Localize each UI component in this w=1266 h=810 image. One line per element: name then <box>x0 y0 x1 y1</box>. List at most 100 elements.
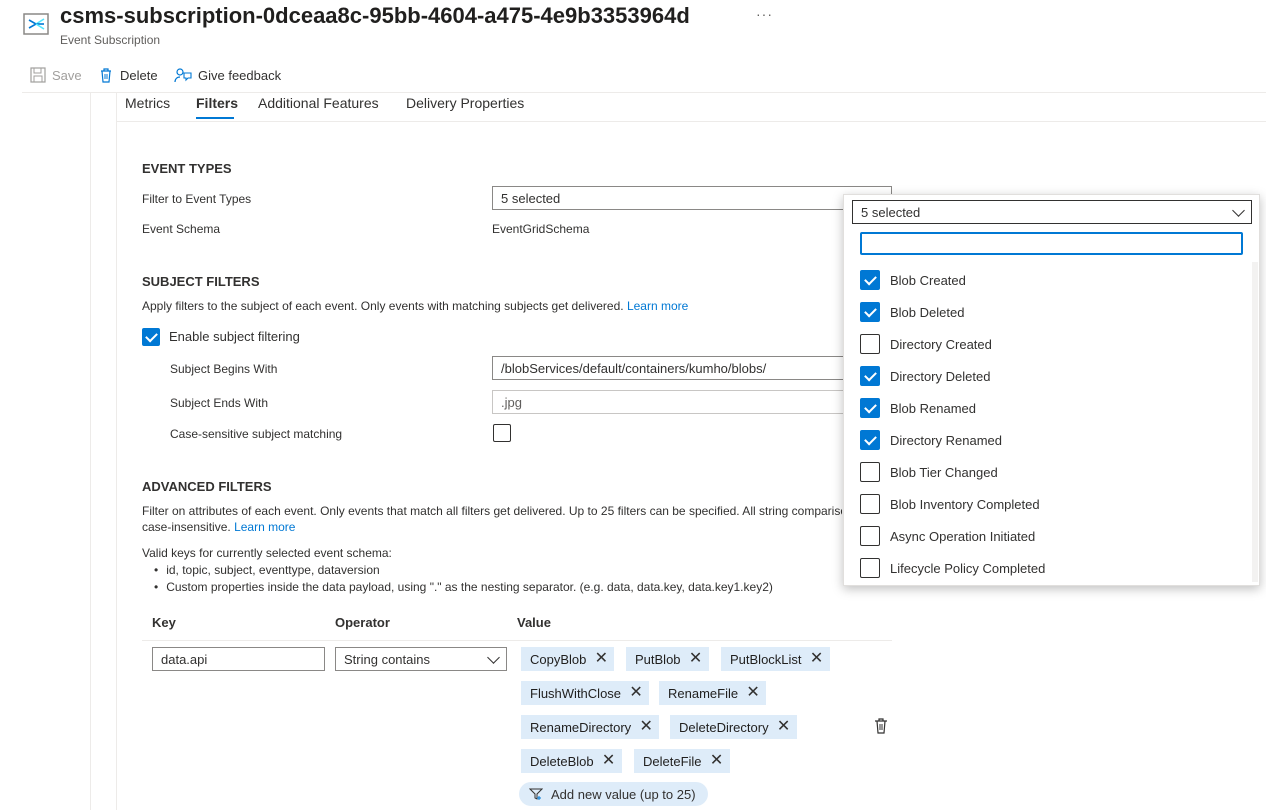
option-blob-deleted[interactable]: Blob Deleted <box>860 302 964 322</box>
remove-value-icon[interactable]: ✕ <box>746 685 760 701</box>
tab-filters[interactable]: Filters <box>196 95 238 111</box>
value-chip: PutBlockList ✕ <box>721 647 830 671</box>
event-grid-icon <box>22 10 50 38</box>
remove-value-icon[interactable]: ✕ <box>777 719 791 735</box>
event-types-dropdown[interactable]: 5 selected <box>492 186 892 210</box>
active-tab-indicator <box>196 117 234 119</box>
value-chip-label: DeleteDirectory <box>679 719 769 735</box>
filter-key-value: data.api <box>161 651 208 667</box>
feedback-icon <box>174 68 192 83</box>
dropdown-scrollbar[interactable] <box>1252 262 1258 582</box>
event-types-search-input[interactable] <box>860 232 1243 255</box>
trash-icon <box>101 68 111 83</box>
case-sensitive-checkbox[interactable] <box>493 424 511 442</box>
remove-value-icon[interactable]: ✕ <box>639 719 653 735</box>
option-blob-renamed[interactable]: Blob Renamed <box>860 398 976 418</box>
option-label: Directory Created <box>890 336 992 352</box>
value-chip-label: DeleteFile <box>643 753 702 769</box>
option-checkbox[interactable] <box>860 334 880 354</box>
delete-button[interactable]: Delete <box>98 66 158 84</box>
remove-value-icon[interactable]: ✕ <box>810 651 824 667</box>
remove-value-icon[interactable]: ✕ <box>689 651 703 667</box>
subject-ends-label: Subject Ends With <box>170 396 269 410</box>
filter-key-input[interactable]: data.api <box>152 647 325 671</box>
event-types-heading: EVENT TYPES <box>142 161 232 176</box>
save-button[interactable]: Save <box>30 66 82 84</box>
chevron-down-icon <box>487 650 500 664</box>
remove-value-icon[interactable]: ✕ <box>710 753 724 769</box>
subject-filters-heading: SUBJECT FILTERS <box>142 274 260 289</box>
event-types-dropdown-open-value: 5 selected <box>861 204 921 220</box>
option-checkbox[interactable] <box>860 494 880 514</box>
tab-additional-features[interactable]: Additional Features <box>258 95 379 111</box>
value-chip: DeleteFile ✕ <box>634 749 730 773</box>
option-directory-created[interactable]: Directory Created <box>860 334 992 354</box>
option-label: Lifecycle Policy Completed <box>890 560 1046 576</box>
valid-keys-section: Valid keys for currently selected event … <box>142 545 832 596</box>
option-label: Blob Created <box>890 272 966 288</box>
option-label: Blob Renamed <box>890 400 976 416</box>
enable-subject-filtering-checkbox[interactable] <box>142 328 160 346</box>
tab-metrics[interactable]: Metrics <box>125 95 170 111</box>
option-blob-inventory-completed[interactable]: Blob Inventory Completed <box>860 494 1040 514</box>
filter-operator-value: String contains <box>344 651 430 667</box>
chevron-down-icon <box>1232 203 1245 217</box>
value-chip-label: DeleteBlob <box>530 753 594 769</box>
tabs-divider <box>116 121 1266 122</box>
option-checkbox[interactable] <box>860 462 880 482</box>
option-label: Directory Deleted <box>890 368 991 384</box>
option-checkbox[interactable] <box>860 398 880 418</box>
option-directory-renamed[interactable]: Directory Renamed <box>860 430 1002 450</box>
subject-learn-more-link[interactable]: Learn more <box>627 299 688 313</box>
event-schema-label: Event Schema <box>142 222 221 236</box>
option-label: Blob Inventory Completed <box>890 496 1040 512</box>
value-chip-label: RenameFile <box>668 685 739 701</box>
bullet-icon: • <box>154 563 159 577</box>
value-chip: FlushWithClose ✕ <box>521 681 650 705</box>
give-feedback-button[interactable]: Give feedback <box>174 66 281 84</box>
add-filter-icon <box>529 788 543 800</box>
option-label: Async Operation Initiated <box>890 528 1036 544</box>
enable-subject-filtering-label: Enable subject filtering <box>169 329 300 344</box>
value-chip: CopyBlob ✕ <box>521 647 615 671</box>
advanced-learn-more-link[interactable]: Learn more <box>234 520 295 534</box>
page-title: csms-subscription-0dceaa8c-95bb-4604-a47… <box>60 3 690 28</box>
option-blob-tier-changed[interactable]: Blob Tier Changed <box>860 462 998 482</box>
option-checkbox[interactable] <box>860 270 880 290</box>
remove-value-icon[interactable]: ✕ <box>629 685 643 701</box>
delete-label: Delete <box>120 67 158 83</box>
content-divider <box>116 92 117 810</box>
subject-ends-input[interactable]: .jpg <box>492 390 844 414</box>
option-checkbox[interactable] <box>860 558 880 578</box>
event-types-dropdown-open[interactable]: 5 selected <box>852 200 1252 224</box>
subject-begins-input[interactable]: /blobServices/default/containers/kumho/b… <box>492 356 844 380</box>
option-lifecycle-policy-completed[interactable]: Lifecycle Policy Completed <box>860 558 1045 578</box>
subject-filters-description-text: Apply filters to the subject of each eve… <box>142 299 624 313</box>
feedback-label: Give feedback <box>198 67 282 83</box>
option-checkbox[interactable] <box>860 526 880 546</box>
option-async-operation-initiated[interactable]: Async Operation Initiated <box>860 526 1035 546</box>
add-new-value-button[interactable]: Add new value (up to 25) <box>519 782 708 806</box>
advanced-filters-heading: ADVANCED FILTERS <box>142 479 272 494</box>
advanced-filters-description: Filter on attributes of each event. Only… <box>142 504 842 534</box>
filter-operator-dropdown[interactable]: String contains <box>335 647 507 671</box>
subject-begins-label: Subject Begins With <box>170 362 278 376</box>
remove-value-icon[interactable]: ✕ <box>594 651 608 667</box>
option-blob-created[interactable]: Blob Created <box>860 270 966 290</box>
subject-filters-description: Apply filters to the subject of each eve… <box>142 299 688 313</box>
column-header-key: Key <box>152 615 176 630</box>
option-checkbox[interactable] <box>860 430 880 450</box>
tab-delivery-properties[interactable]: Delivery Properties <box>406 95 524 111</box>
delete-filter-button[interactable] <box>872 717 890 735</box>
value-chip-label: CopyBlob <box>530 651 587 667</box>
option-checkbox[interactable] <box>860 302 880 322</box>
advanced-filters-description-line2: case-insensitive. <box>142 520 231 534</box>
more-options-button[interactable]: ··· <box>756 6 773 22</box>
case-sensitive-label: Case-sensitive subject matching <box>170 427 343 441</box>
table-header-divider <box>142 640 892 641</box>
remove-value-icon[interactable]: ✕ <box>602 753 616 769</box>
value-chip-label: FlushWithClose <box>530 685 622 701</box>
option-directory-deleted[interactable]: Directory Deleted <box>860 366 990 386</box>
save-icon <box>30 67 46 83</box>
option-checkbox[interactable] <box>860 366 880 386</box>
